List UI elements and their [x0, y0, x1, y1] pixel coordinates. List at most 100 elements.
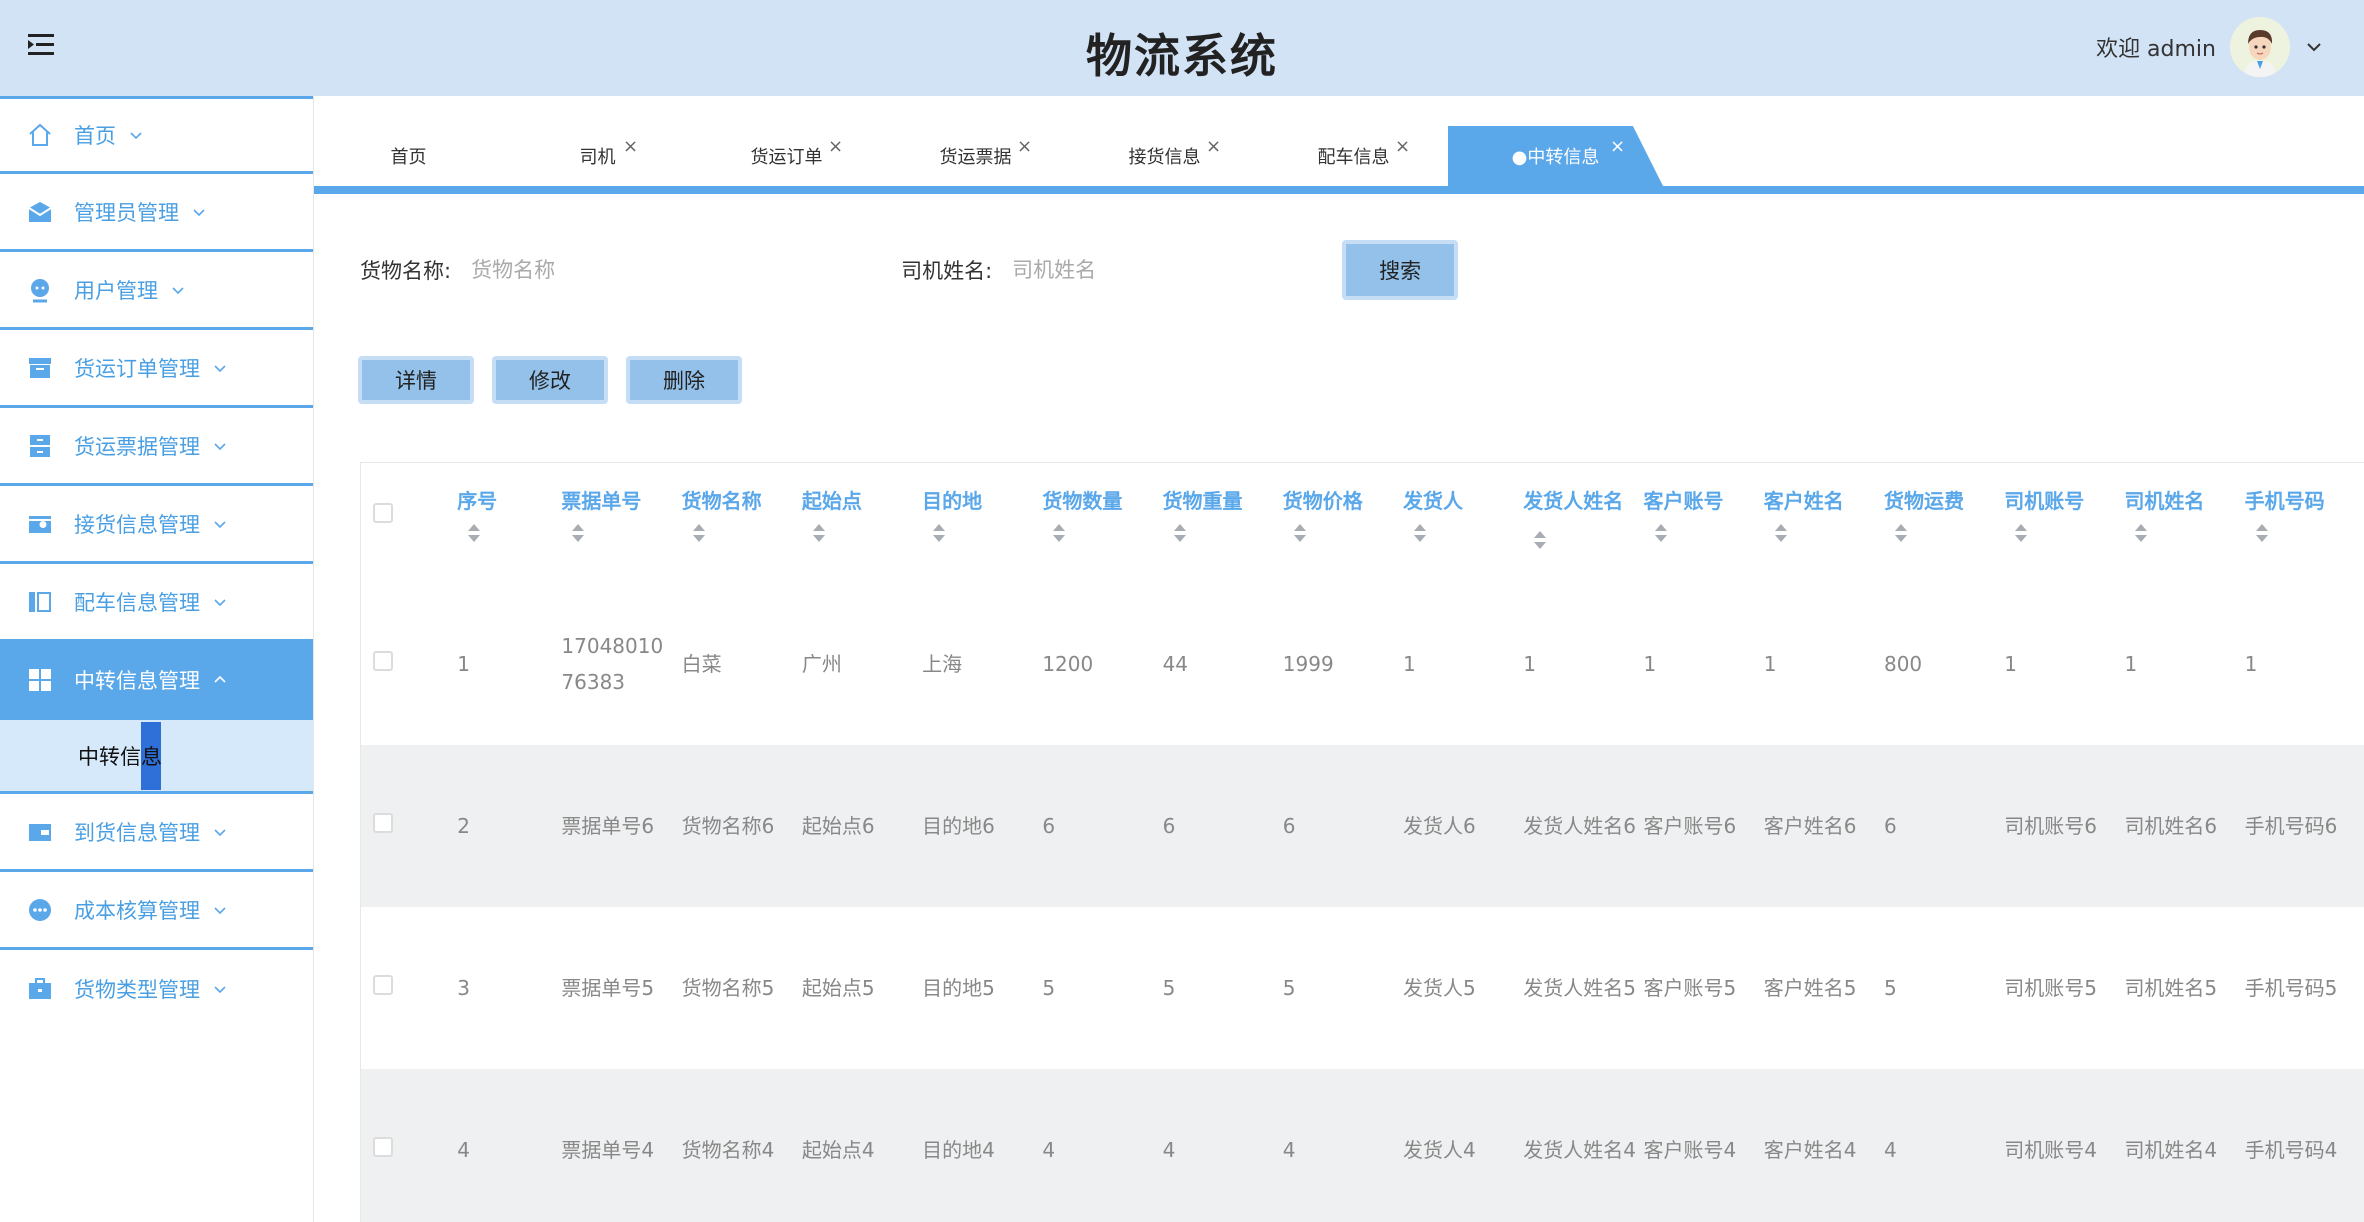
- table-cell: 1: [2124, 652, 2138, 676]
- column-header[interactable]: 起始点: [802, 463, 922, 583]
- sort-icon[interactable]: [1772, 521, 1790, 545]
- table-cell: 司机账号4: [2004, 1138, 2097, 1162]
- row-select-cell: [361, 745, 457, 907]
- sort-icon[interactable]: [1291, 521, 1309, 545]
- delete-button[interactable]: 删除: [626, 356, 742, 404]
- edit-button[interactable]: 修改: [492, 356, 608, 404]
- briefcase-icon: [26, 975, 54, 1003]
- driver-name-label: 司机姓名:: [901, 259, 993, 283]
- sort-icon[interactable]: [690, 521, 708, 545]
- table-cell: 4: [1883, 1138, 1897, 1162]
- sort-icon[interactable]: [930, 521, 948, 545]
- tab-receiving[interactable]: 接货信息 ×: [1070, 126, 1259, 186]
- column-header[interactable]: 发货人: [1403, 463, 1523, 583]
- avatar[interactable]: [2230, 17, 2290, 77]
- column-header[interactable]: 发货人姓名: [1523, 463, 1643, 583]
- sort-icon[interactable]: [2132, 521, 2150, 545]
- wallet-icon: [26, 510, 54, 538]
- table-row[interactable]: 2 票据单号6 货物名称6 起始点6 目的地6 6 6 6 发货人6 发货人姓名6 客户账号6 客户姓…: [361, 745, 2364, 907]
- sidebar-item-freight-order[interactable]: 货运订单管理: [0, 330, 313, 408]
- select-all-cell: [361, 463, 457, 583]
- sidebar-subitem-transfer-info[interactable]: 中转信息: [0, 720, 313, 794]
- sidebar: 首页 管理员管理 用户管理 货运订单管理 货运票据管理 接货信息管理 配车信息管…: [0, 96, 314, 1222]
- table-cell: 发货人4: [1403, 1138, 1476, 1162]
- chevron-down-icon[interactable]: [2304, 37, 2324, 57]
- row-checkbox[interactable]: [373, 651, 393, 671]
- table-header-row: 序号 票据单号 货物名称 起始点 目的地 货物数量 货物重量 货物价格 发货人 发货人姓名 客户账号…: [361, 463, 2364, 583]
- sort-icon[interactable]: [2012, 521, 2030, 545]
- sort-icon[interactable]: [2253, 521, 2271, 545]
- tab-vehicle[interactable]: 配车信息 ×: [1259, 126, 1448, 186]
- column-header[interactable]: 客户账号: [1644, 463, 1764, 583]
- row-checkbox[interactable]: [373, 1137, 393, 1157]
- tab-underline: [314, 186, 2364, 194]
- table-cell: 客户姓名4: [1763, 1138, 1857, 1162]
- cargo-name-label: 货物名称:: [360, 259, 452, 283]
- column-header-label: 序号: [457, 489, 498, 513]
- table-row[interactable]: 1 1704801076383 白菜 广州 上海 1200 44 1999 1 1 1 1 800 1 1 1: [361, 583, 2364, 745]
- sidebar-item-arrival[interactable]: 到货信息管理: [0, 794, 313, 872]
- tab-label: ●中转信息: [1511, 147, 1600, 168]
- close-icon[interactable]: ×: [1395, 136, 1410, 157]
- detail-button[interactable]: 详情: [358, 356, 474, 404]
- table-row[interactable]: 3 票据单号5 货物名称5 起始点5 目的地5 5 5 5 发货人5 发货人姓名5 客户账号5 客户姓…: [361, 907, 2364, 1069]
- table-cell: 4: [1282, 1138, 1296, 1162]
- sidebar-item-users[interactable]: 用户管理: [0, 252, 313, 330]
- row-checkbox[interactable]: [373, 813, 393, 833]
- sort-icon[interactable]: [1892, 521, 1910, 545]
- close-icon[interactable]: ×: [1610, 136, 1625, 157]
- table-cell: 白菜: [681, 652, 722, 676]
- sidebar-item-transfer[interactable]: 中转信息管理: [0, 642, 313, 720]
- table-row[interactable]: 4 票据单号4 货物名称4 起始点4 目的地4 4 4 4 发货人4 发货人姓名4 客户账号4 客户姓…: [361, 1069, 2364, 1222]
- sort-icon[interactable]: [1171, 521, 1189, 545]
- sidebar-item-receiving[interactable]: 接货信息管理: [0, 486, 313, 564]
- user-menu[interactable]: 欢迎 admin: [2096, 12, 2324, 82]
- close-icon[interactable]: ×: [828, 136, 843, 157]
- tab-home[interactable]: 首页: [314, 126, 503, 186]
- sidebar-item-admin[interactable]: 管理员管理: [0, 174, 313, 252]
- column-header[interactable]: 货物运费: [1884, 463, 2004, 583]
- driver-name-input[interactable]: [1012, 248, 1293, 292]
- table-cell: 2: [457, 814, 470, 838]
- tab-freight-order[interactable]: 货运订单 ×: [692, 126, 881, 186]
- tab-transfer-info[interactable]: ●中转信息 ×: [1448, 126, 1663, 186]
- sort-icon[interactable]: [465, 521, 483, 545]
- column-header[interactable]: 目的地: [922, 463, 1042, 583]
- tab-driver[interactable]: 司机 ×: [503, 126, 692, 186]
- dots-icon: [26, 896, 54, 924]
- close-icon[interactable]: ×: [1017, 136, 1032, 157]
- close-icon[interactable]: ×: [1206, 136, 1221, 157]
- close-icon[interactable]: ×: [623, 136, 638, 157]
- sidebar-item-home[interactable]: 首页: [0, 96, 313, 174]
- column-header[interactable]: 货物数量: [1042, 463, 1162, 583]
- select-all-checkbox[interactable]: [373, 503, 393, 523]
- columns-icon: [26, 588, 54, 616]
- sidebar-item-label: 货物类型管理: [74, 978, 200, 1002]
- sort-icon[interactable]: [810, 521, 828, 545]
- column-header[interactable]: 司机账号: [2004, 463, 2124, 583]
- sort-icon[interactable]: [569, 521, 587, 545]
- tab-bar: 首页 司机 × 货运订单 × 货运票据 × 接货信息 × 配车信息 × ●中转信…: [314, 96, 2364, 196]
- tab-label: 首页: [390, 147, 427, 168]
- tab-freight-bill[interactable]: 货运票据 ×: [881, 126, 1070, 186]
- column-header[interactable]: 货物价格: [1283, 463, 1403, 583]
- column-header[interactable]: 票据单号: [561, 463, 681, 583]
- column-header-label: 货物价格: [1282, 489, 1363, 513]
- sidebar-item-freight-bill[interactable]: 货运票据管理: [0, 408, 313, 486]
- sort-icon[interactable]: [1050, 521, 1068, 545]
- column-header[interactable]: 手机号码: [2245, 463, 2364, 583]
- column-header[interactable]: 货物重量: [1163, 463, 1283, 583]
- column-header[interactable]: 客户姓名: [1764, 463, 1884, 583]
- sidebar-item-vehicle[interactable]: 配车信息管理: [0, 564, 313, 642]
- column-header[interactable]: 司机姓名: [2124, 463, 2244, 583]
- row-checkbox[interactable]: [373, 975, 393, 995]
- sidebar-item-cost[interactable]: 成本核算管理: [0, 872, 313, 950]
- column-header[interactable]: 序号: [457, 463, 561, 583]
- search-button[interactable]: 搜索: [1342, 240, 1459, 300]
- sidebar-item-cargo-type[interactable]: 货物类型管理: [0, 950, 313, 1028]
- cargo-name-input[interactable]: [471, 248, 752, 292]
- sort-icon[interactable]: [1652, 521, 1670, 545]
- sort-icon[interactable]: [1411, 521, 1429, 545]
- column-header[interactable]: 货物名称: [682, 463, 802, 583]
- sort-icon[interactable]: [1531, 528, 1549, 552]
